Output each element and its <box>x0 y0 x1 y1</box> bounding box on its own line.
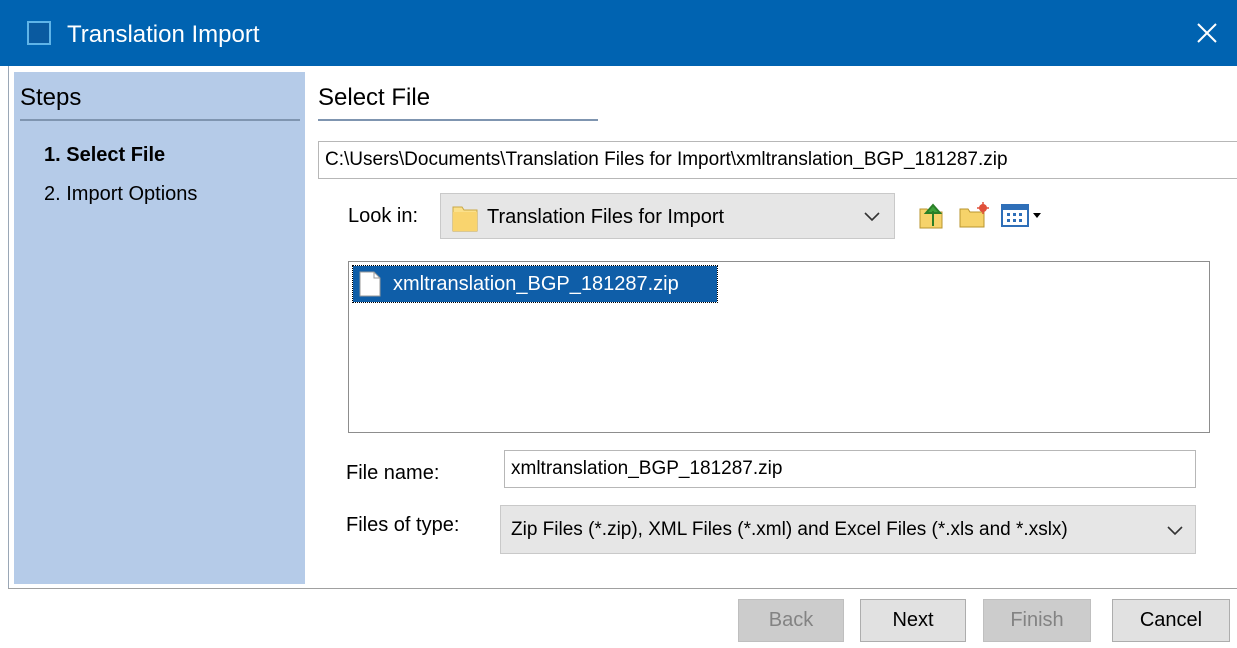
file-name-text: xmltranslation_BGP_181287.zip <box>393 273 679 295</box>
next-button[interactable]: Next <box>860 599 966 642</box>
chevron-down-icon <box>864 212 880 222</box>
folder-icon <box>452 206 478 232</box>
file-name-input[interactable]: xmltranslation_BGP_181287.zip <box>504 450 1196 488</box>
step-select-file: 1. Select File <box>44 144 166 166</box>
look-in-value: Translation Files for Import <box>487 206 725 228</box>
chevron-down-icon <box>1167 526 1183 536</box>
cancel-button[interactable]: Cancel <box>1112 599 1230 642</box>
view-menu-button[interactable] <box>1000 200 1046 230</box>
file-type-value: Zip Files (*.zip), XML Files (*.xml) and… <box>511 519 1068 540</box>
selected-path-field[interactable]: C:\Users\Documents\Translation Files for… <box>318 141 1237 179</box>
up-one-level-icon <box>919 203 943 229</box>
up-one-level-button[interactable] <box>918 200 946 230</box>
close-icon <box>1197 23 1217 43</box>
look-in-dropdown[interactable]: Translation Files for Import <box>440 193 895 239</box>
file-type-dropdown[interactable]: Zip Files (*.zip), XML Files (*.xml) and… <box>500 505 1196 554</box>
title-bar: Translation Import <box>0 0 1237 66</box>
back-button[interactable]: Back <box>738 599 844 642</box>
window-title: Translation Import <box>67 21 260 48</box>
step-import-options: 2. Import Options <box>44 183 198 205</box>
finish-button[interactable]: Finish <box>983 599 1091 642</box>
file-list-item[interactable]: xmltranslation_BGP_181287.zip <box>352 265 718 303</box>
close-button[interactable] <box>1177 0 1237 66</box>
file-list[interactable]: xmltranslation_BGP_181287.zip <box>348 261 1210 433</box>
app-icon <box>27 21 51 45</box>
look-in-label: Look in: <box>348 205 419 227</box>
file-name-label: File name: <box>346 462 440 484</box>
view-menu-icon <box>1001 204 1041 227</box>
section-title: Select File <box>318 84 431 111</box>
create-new-folder-button[interactable] <box>958 200 990 230</box>
steps-title: Steps <box>20 84 82 111</box>
file-type-label: Files of type: <box>346 514 460 536</box>
create-new-folder-icon <box>959 202 989 228</box>
section-divider <box>318 119 598 121</box>
footer-divider <box>8 588 1237 589</box>
file-icon <box>359 271 381 297</box>
steps-divider <box>20 119 300 121</box>
